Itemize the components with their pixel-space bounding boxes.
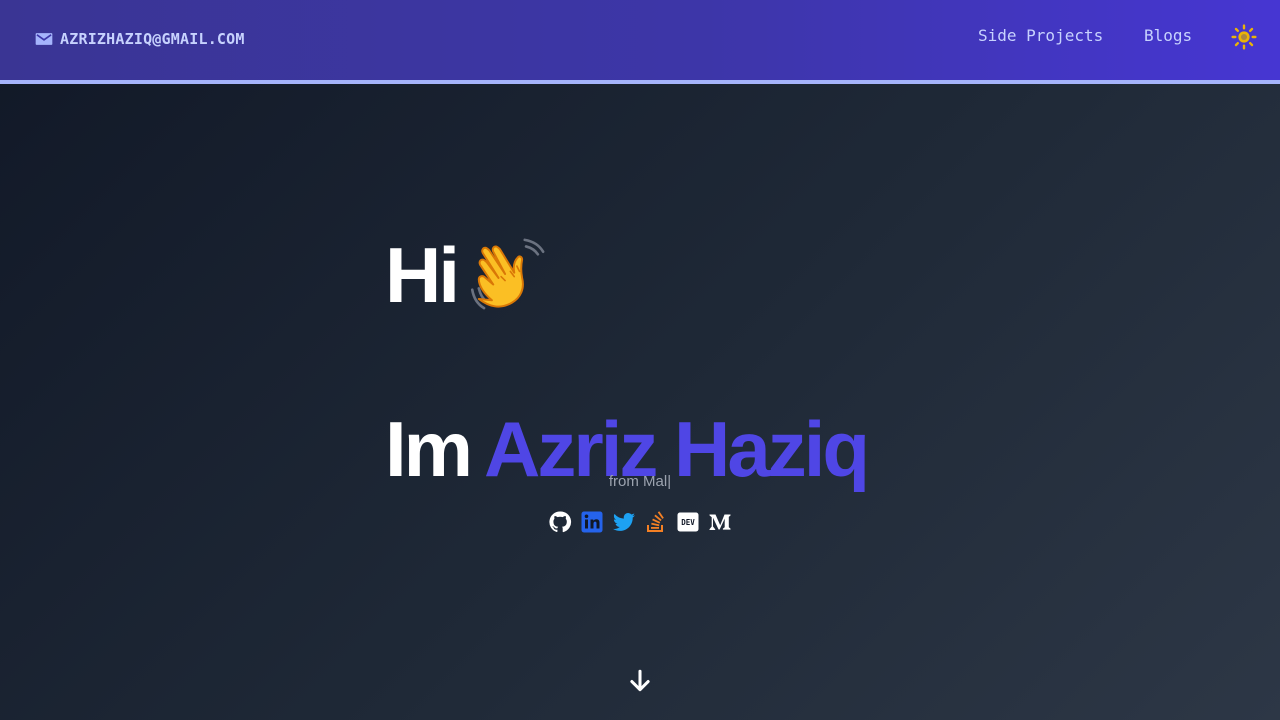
scroll-down-button[interactable]	[627, 668, 653, 694]
social-links: DEV	[548, 510, 732, 534]
sun-icon	[1231, 24, 1257, 50]
top-navbar: AZRIZHAZIQ@GMAIL.COM Side Projects Blogs	[0, 0, 1280, 84]
linkedin-icon	[581, 511, 603, 533]
arrow-down-icon	[630, 669, 650, 692]
github-link[interactable]	[548, 510, 572, 534]
devto-link[interactable]: DEV	[676, 510, 700, 534]
svg-text:DEV: DEV	[681, 518, 695, 527]
medium-link[interactable]	[708, 510, 732, 534]
twitter-icon	[613, 513, 635, 531]
nav-side-projects[interactable]: Side Projects	[978, 26, 1103, 46]
typing-cursor: |	[667, 473, 672, 490]
nav-blogs[interactable]: Blogs	[1144, 26, 1192, 46]
typing-subtitle: from Mal|	[0, 473, 1280, 490]
email-address: AZRIZHAZIQ@GMAIL.COM	[60, 30, 245, 48]
github-icon	[549, 511, 572, 533]
stackoverflow-icon	[647, 511, 664, 532]
mail-icon	[35, 33, 53, 45]
linkedin-link[interactable]	[580, 510, 604, 534]
hero-section: Hi	[385, 230, 551, 320]
stackoverflow-link[interactable]	[644, 510, 668, 534]
subtitle-text: from Mal	[608, 473, 668, 490]
greeting-line: Hi	[385, 230, 551, 320]
devto-icon: DEV	[677, 512, 699, 532]
email-link[interactable]: AZRIZHAZIQ@GMAIL.COM	[34, 29, 245, 49]
waving-hand-icon	[470, 238, 545, 310]
twitter-link[interactable]	[612, 510, 636, 534]
greeting-text: Hi	[385, 231, 460, 319]
medium-icon	[709, 514, 731, 530]
theme-toggle-button[interactable]	[1231, 24, 1257, 50]
